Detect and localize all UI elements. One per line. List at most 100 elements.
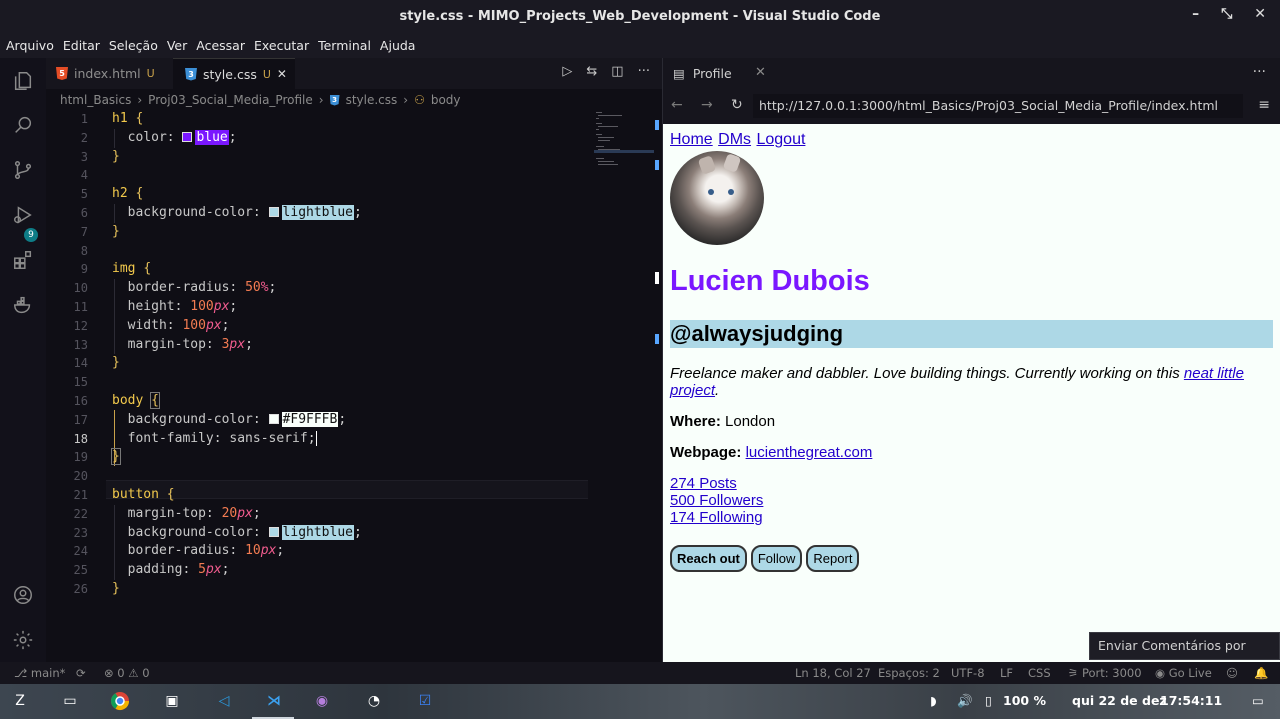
menu-arquivo[interactable]: Arquivo bbox=[6, 38, 54, 53]
minimap[interactable] bbox=[594, 110, 654, 170]
css3-icon: 3 bbox=[329, 94, 340, 106]
code-line: h2 { bbox=[112, 186, 144, 202]
close-window-button[interactable]: ✕ bbox=[1254, 6, 1266, 22]
code-line: padding: 5px; bbox=[127, 562, 230, 578]
code-line: body { bbox=[112, 392, 160, 409]
port-status[interactable]: ⚞ Port: 3000 bbox=[1068, 666, 1142, 680]
forward-arrow-icon[interactable]: → bbox=[701, 97, 713, 113]
problems-status[interactable]: ⊗ 0 ⚠ 0 bbox=[104, 666, 150, 680]
close-tab-icon[interactable]: ✕ bbox=[277, 67, 287, 81]
menu-terminal[interactable]: Terminal bbox=[318, 38, 371, 53]
files-app-icon[interactable]: ▭ bbox=[58, 690, 82, 712]
date-text[interactable]: qui 22 de dez bbox=[1072, 693, 1167, 708]
menu-ajuda[interactable]: Ajuda bbox=[380, 38, 416, 53]
back-arrow-icon[interactable]: ← bbox=[671, 97, 683, 113]
search-icon[interactable] bbox=[10, 112, 36, 138]
run-icon[interactable]: ▷ bbox=[562, 64, 572, 79]
url-input[interactable]: http://127.0.0.1:3000/html_Basics/Proj03… bbox=[753, 94, 1243, 118]
breadcrumb-item[interactable]: html_Basics bbox=[60, 93, 131, 107]
battery-icon[interactable]: ▯ bbox=[985, 693, 992, 708]
feedback-tooltip: Enviar Comentários por Tweet bbox=[1089, 632, 1280, 679]
code-line: } bbox=[112, 581, 120, 596]
line-number: 8 bbox=[80, 243, 88, 258]
current-line-highlight bbox=[106, 480, 588, 499]
menu-acessar[interactable]: Acessar bbox=[196, 38, 245, 53]
show-desktop-icon[interactable]: ▭ bbox=[1252, 693, 1264, 708]
source-control-icon[interactable] bbox=[10, 157, 36, 183]
close-tab-icon[interactable]: ✕ bbox=[755, 65, 766, 80]
breadcrumb-item[interactable]: body bbox=[431, 93, 461, 107]
reload-icon[interactable]: ↻ bbox=[731, 97, 743, 113]
reach-out-button[interactable]: Reach out bbox=[670, 545, 747, 572]
color-swatch[interactable] bbox=[268, 207, 279, 217]
go-live-button[interactable]: ◉ Go Live bbox=[1155, 666, 1212, 680]
nav-link-home[interactable]: Home bbox=[670, 131, 713, 148]
sync-icon[interactable]: ⟳ bbox=[76, 666, 86, 680]
feedback-icon[interactable]: ☺ bbox=[1226, 666, 1238, 680]
tab-style-css[interactable]: 3 style.css U ✕ bbox=[173, 58, 295, 89]
terminal-app-icon[interactable]: ▣ bbox=[160, 690, 184, 712]
page-nav: Home DMs Logout bbox=[670, 131, 1273, 149]
volume-icon[interactable]: 🔊 bbox=[957, 693, 973, 709]
github-desktop-app-icon[interactable]: ◉ bbox=[310, 690, 334, 712]
time-text[interactable]: 17:54:11 bbox=[1160, 693, 1222, 708]
nav-link-logout[interactable]: Logout bbox=[756, 131, 805, 148]
code-line: height: 100px; bbox=[127, 299, 238, 314]
scrollbar-thumb[interactable] bbox=[655, 272, 659, 284]
menu-icon[interactable]: ≡ bbox=[1258, 97, 1270, 113]
tasks-app-icon[interactable]: ☑ bbox=[413, 690, 437, 712]
more-actions-icon[interactable]: ··· bbox=[1253, 64, 1266, 80]
extensions-icon[interactable] bbox=[10, 247, 36, 273]
scrollbar-marker bbox=[655, 120, 659, 130]
account-icon[interactable] bbox=[10, 582, 36, 608]
vscode-alt-app-icon[interactable]: ◁ bbox=[212, 690, 236, 712]
wifi-icon[interactable]: ◗ bbox=[930, 693, 937, 708]
compare-changes-icon[interactable]: ⇆ bbox=[586, 64, 597, 79]
nav-link-dms[interactable]: DMs bbox=[718, 131, 751, 148]
vscode-app-icon[interactable]: ⋊ bbox=[262, 690, 286, 712]
eol-status[interactable]: LF bbox=[1000, 666, 1013, 680]
run-debug-icon[interactable] bbox=[10, 202, 36, 228]
color-swatch[interactable] bbox=[268, 526, 279, 537]
language-mode[interactable]: CSS bbox=[1028, 666, 1051, 680]
posts-link[interactable]: 274 Posts bbox=[670, 475, 737, 492]
source-control-badge: 9 bbox=[24, 228, 38, 242]
settings-gear-icon[interactable] bbox=[10, 627, 36, 653]
color-swatch[interactable] bbox=[182, 131, 193, 142]
code-line: img { bbox=[112, 261, 152, 277]
color-swatch[interactable] bbox=[268, 413, 279, 424]
follow-button[interactable]: Follow bbox=[750, 545, 803, 572]
following-link[interactable]: 174 Following bbox=[670, 509, 763, 526]
split-editor-icon[interactable]: ◫ bbox=[611, 64, 623, 79]
code-line: } bbox=[111, 448, 121, 466]
chrome-app-icon[interactable] bbox=[108, 690, 132, 712]
breadcrumb-item[interactable]: Proj03_Social_Media_Profile bbox=[148, 93, 313, 107]
webpage-link[interactable]: lucienthegreat.com bbox=[746, 444, 873, 461]
menu-selecao[interactable]: Seleção bbox=[109, 38, 158, 53]
minimize-button[interactable]: – bbox=[1192, 6, 1199, 22]
report-button[interactable]: Report bbox=[806, 545, 860, 572]
untracked-marker: U bbox=[262, 67, 271, 81]
followers-link[interactable]: 500 Followers bbox=[670, 492, 763, 509]
breadcrumb: html_Basics › Proj03_Social_Media_Profil… bbox=[60, 92, 461, 108]
indentation-status[interactable]: Espaços: 2 bbox=[878, 666, 940, 680]
menu-executar[interactable]: Executar bbox=[254, 38, 309, 53]
more-actions-icon[interactable]: ··· bbox=[638, 64, 650, 79]
line-number: 19 bbox=[73, 450, 88, 465]
docker-icon[interactable] bbox=[10, 292, 36, 318]
clock-app-icon[interactable]: ◔ bbox=[362, 690, 386, 712]
branch-status[interactable]: ⎇ main* bbox=[14, 666, 65, 680]
encoding-status[interactable]: UTF-8 bbox=[951, 666, 985, 680]
cursor-position[interactable]: Ln 18, Col 27 bbox=[795, 666, 871, 680]
notifications-bell-icon[interactable]: 🔔 bbox=[1254, 666, 1268, 680]
menu-editar[interactable]: Editar bbox=[63, 38, 100, 53]
menu-ver[interactable]: Ver bbox=[167, 38, 187, 53]
tab-index-html[interactable]: 5 index.html U bbox=[46, 58, 172, 89]
line-number: 16 bbox=[73, 394, 88, 408]
tab-label: style.css bbox=[203, 66, 257, 82]
chevron-right-icon: › bbox=[318, 93, 324, 107]
maximize-button[interactable]: ⤡ bbox=[1221, 6, 1232, 22]
explorer-icon[interactable] bbox=[10, 68, 36, 94]
zorin-menu-icon[interactable]: Z bbox=[8, 690, 32, 712]
breadcrumb-item[interactable]: style.css bbox=[346, 93, 398, 107]
